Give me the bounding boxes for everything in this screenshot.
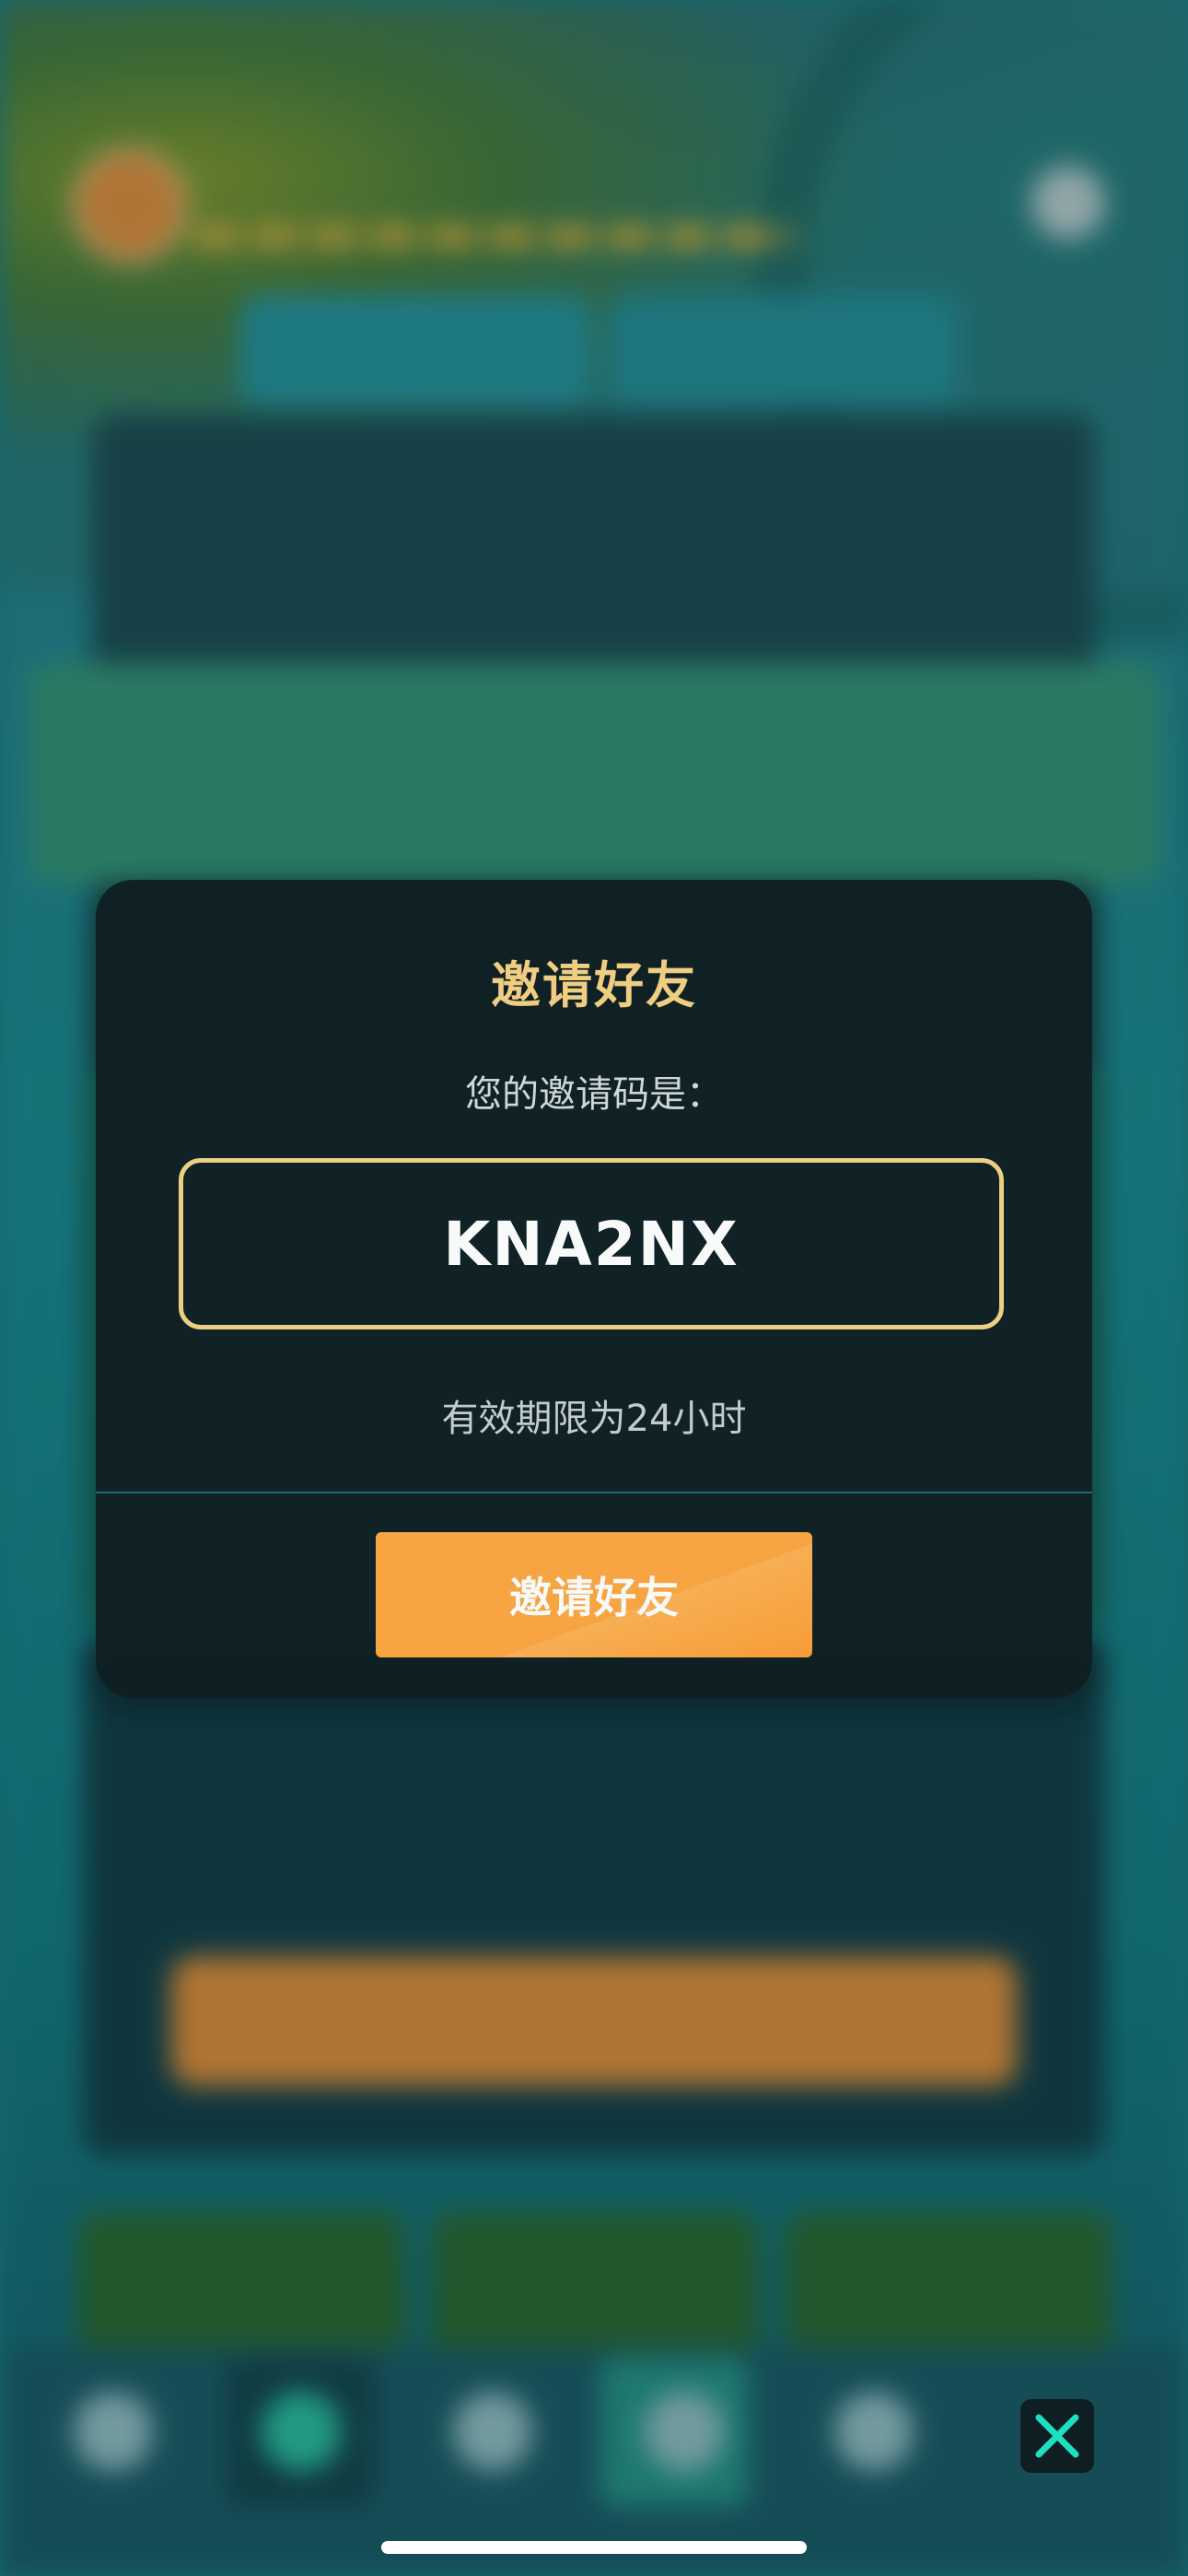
dialog-title: 邀请好友 bbox=[491, 956, 697, 1014]
close-button[interactable] bbox=[1020, 2399, 1094, 2473]
home-indicator[interactable] bbox=[381, 2541, 807, 2554]
divider bbox=[96, 1492, 1092, 1493]
close-icon bbox=[1035, 2414, 1079, 2458]
invite-friends-button[interactable]: 邀请好友 bbox=[376, 1532, 812, 1657]
invite-friends-dialog: 邀请好友 您的邀请码是： KNA2NX 有效期限为24小时 邀请好友 bbox=[96, 880, 1092, 1698]
validity-note: 有效期限为24小时 bbox=[441, 1398, 747, 1440]
invite-code-label: 您的邀请码是： bbox=[465, 1073, 723, 1116]
invite-code[interactable]: KNA2NX bbox=[443, 1209, 740, 1280]
invite-code-box[interactable]: KNA2NX bbox=[179, 1158, 1004, 1329]
